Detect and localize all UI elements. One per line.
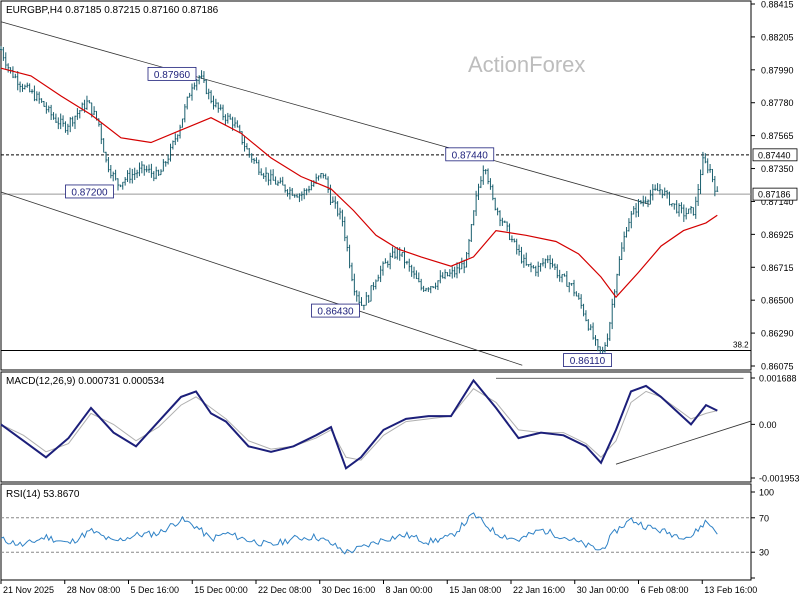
rsi-y-axis: 100 70 30 bbox=[751, 488, 774, 579]
price-y-label: 0.88415 bbox=[761, 0, 794, 10]
price-y-label: 0.86925 bbox=[761, 230, 794, 240]
rsi-line bbox=[0, 512, 718, 555]
price-y-label: 0.87565 bbox=[761, 131, 794, 141]
price-label-text: 0.87960 bbox=[154, 70, 191, 81]
price-y-label: 0.87350 bbox=[761, 164, 794, 174]
rsi-panel-frame bbox=[0, 483, 752, 581]
price-label-text: 0.86430 bbox=[317, 307, 354, 318]
price-y-label: 0.86075 bbox=[761, 362, 794, 372]
price-annotations: 0.87960 0.87200 0.87440 0.86430 0.86110 bbox=[65, 66, 612, 367]
x-tick-label: 15 Dec 00:00 bbox=[194, 585, 248, 595]
x-tick-label: 21 Nov 2025 bbox=[3, 585, 54, 595]
price-y-label: 0.86290 bbox=[761, 329, 794, 339]
price-label-text: 0.86110 bbox=[570, 356, 606, 367]
x-tick-label: 22 Jan 16:00 bbox=[513, 585, 565, 595]
x-tick-label: 22 Dec 08:00 bbox=[258, 585, 312, 595]
current-price-tag-text: 0.87186 bbox=[758, 190, 791, 200]
macd-support-line bbox=[615, 420, 752, 465]
macd-title: MACD(12,26,9) 0.000731 0.000534 bbox=[6, 376, 165, 387]
macd-y-label: 0.001688 bbox=[759, 374, 797, 384]
resistance-tag-text: 0.87440 bbox=[758, 150, 791, 160]
x-tick-label: 30 Dec 16:00 bbox=[322, 585, 376, 595]
x-tick-label: 30 Jan 00:00 bbox=[577, 585, 629, 595]
fib-38-2-label: 38.2 bbox=[733, 341, 749, 350]
macd-main-line bbox=[0, 378, 718, 470]
x-tick-label: 13 Feb 16:00 bbox=[704, 585, 757, 595]
price-guides: 38.2 bbox=[1, 154, 751, 352]
macd-y-label: 0.00 bbox=[759, 420, 777, 430]
x-tick-label: 15 Jan 08:00 bbox=[449, 585, 501, 595]
lower-channel-line bbox=[0, 191, 523, 366]
macd-signal-line bbox=[0, 388, 718, 461]
time-axis: 21 Nov 2025 28 Nov 08:00 5 Dec 16:00 15 Dec… bbox=[0, 580, 757, 595]
price-y-label: 0.86715 bbox=[761, 263, 794, 273]
price-y-label: 0.86500 bbox=[761, 296, 794, 306]
price-y-label: 0.87990 bbox=[761, 65, 794, 75]
macd-y-axis: 0.001688 0.00 -0.001953 bbox=[751, 374, 800, 484]
eurgbp-h4-chart: ActionForex EURGBP,H4 0.87185 0.87215 0.… bbox=[0, 0, 800, 595]
rsi-guides bbox=[1, 517, 751, 553]
x-tick-label: 6 Feb 08:00 bbox=[641, 585, 689, 595]
macd-y-label: -0.001953 bbox=[759, 474, 800, 484]
rsi-title: RSI(14) 53.8670 bbox=[6, 489, 80, 500]
x-tick-label: 5 Dec 16:00 bbox=[131, 585, 180, 595]
price-label-text: 0.87200 bbox=[71, 187, 108, 198]
rsi-y-label: 100 bbox=[759, 488, 774, 498]
x-tick-label: 8 Jan 00:00 bbox=[386, 585, 433, 595]
chart-title: EURGBP,H4 0.87185 0.87215 0.87160 0.8718… bbox=[6, 5, 219, 16]
price-y-axis: 0.88415 0.88205 0.87990 0.87780 0.87565 0.873… bbox=[751, 0, 798, 372]
price-y-label: 0.87780 bbox=[761, 98, 794, 108]
price-label-text: 0.87440 bbox=[452, 150, 489, 161]
rsi-y-label: 70 bbox=[759, 513, 769, 523]
rsi-y-label: 30 bbox=[759, 548, 769, 558]
price-y-label: 0.88205 bbox=[761, 32, 794, 42]
moving-average-line bbox=[0, 67, 718, 299]
watermark: ActionForex bbox=[468, 52, 585, 77]
x-tick-label: 28 Nov 08:00 bbox=[67, 585, 121, 595]
